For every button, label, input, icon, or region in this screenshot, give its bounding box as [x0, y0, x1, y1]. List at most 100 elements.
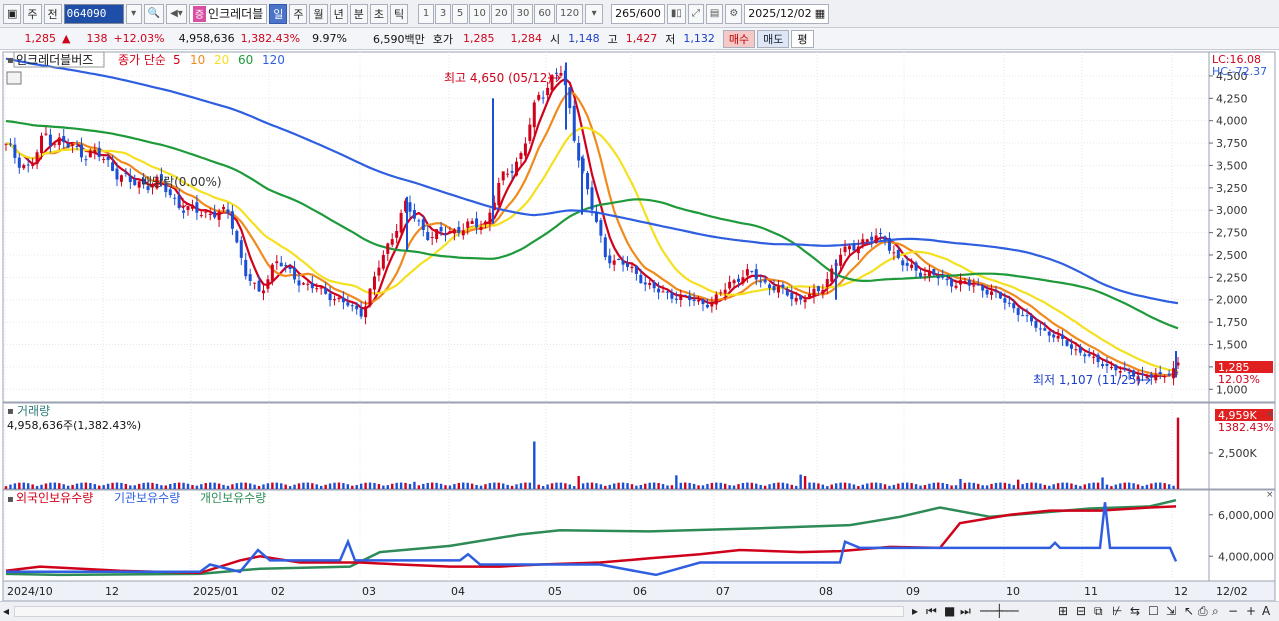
interval-button[interactable]: 20 [490, 3, 512, 24]
volume-bar [990, 483, 993, 489]
candle-body [594, 211, 598, 222]
period-button[interactable]: 월 [309, 3, 328, 24]
volume-bar [1039, 483, 1042, 489]
chart-area[interactable]: 4,500 4,250 4,000 3,750 3,500 3,250 3,000 2,750… [0, 50, 1279, 602]
pan-icon[interactable]: ☐ [1148, 604, 1159, 618]
save-icon[interactable]: ▤ [705, 3, 724, 24]
volume-bar [1021, 484, 1024, 489]
volume-bar [377, 484, 381, 489]
volume-bar [573, 486, 576, 489]
volume-bar [315, 484, 318, 489]
volume-bar [231, 484, 234, 489]
candle-body [421, 219, 425, 230]
zoom-slider-icon[interactable]: ───┼─── [980, 604, 1019, 618]
sell-button[interactable]: 매도 [757, 29, 790, 48]
code-dropdown-icon[interactable]: ▾ [125, 3, 142, 24]
volume-bar [985, 485, 989, 489]
zoom-in-icon[interactable]: + [1246, 604, 1256, 618]
candle-body [350, 305, 354, 307]
volume-bar [120, 482, 123, 489]
interval-button[interactable]: 3 [435, 3, 452, 24]
x-axis-label: 11 [1084, 585, 1098, 598]
period-button[interactable]: 주 [289, 3, 308, 24]
split-icon[interactable]: ⊟ [1076, 604, 1086, 618]
candle-body [1154, 374, 1158, 381]
rewind-icon[interactable]: ⏮ [926, 604, 937, 619]
chart-svg[interactable]: 4,5004,2504,0003,7503,5003,2503,0002,750… [0, 50, 1279, 602]
period-button[interactable]: 틱 [389, 3, 409, 24]
period-button[interactable]: 초 [369, 3, 388, 24]
interval-button[interactable]: 30 [512, 3, 534, 24]
volume-bar [763, 485, 767, 489]
measure-icon[interactable]: ⊬ [1112, 604, 1122, 618]
period-button[interactable]: 일 [269, 3, 288, 24]
candle-body [572, 105, 576, 141]
interval-dropdown-icon[interactable]: ▾ [585, 3, 604, 24]
period-button[interactable]: 분 [349, 3, 368, 24]
stop-icon[interactable]: ■ [944, 604, 955, 618]
date-field[interactable]: 2025/12/02 ▦ [744, 3, 830, 24]
window-icon[interactable]: ▣ [3, 3, 22, 24]
volume-bar [22, 482, 25, 489]
period-button[interactable]: 년 [329, 3, 348, 24]
eval-button[interactable]: 평 [791, 29, 814, 48]
volume-bar [652, 482, 656, 489]
count-box[interactable]: 265 /600 [611, 3, 665, 24]
font-size-icon[interactable]: A [1262, 604, 1270, 618]
candle-body [639, 274, 643, 284]
candle-body [776, 286, 780, 293]
print-icon[interactable]: ⎙ [1198, 604, 1208, 619]
calendar-icon[interactable]: ▦ [815, 7, 825, 20]
volume-bar [861, 484, 865, 489]
volume-bar [257, 485, 261, 489]
layout-icon[interactable]: ⊞ [1058, 604, 1068, 618]
candle-body [213, 211, 217, 218]
candle-type-icon[interactable]: ▮▯ [666, 3, 686, 24]
volume-bar [453, 484, 456, 489]
stock-name-box[interactable]: 증 인크레더블 [188, 3, 268, 24]
candle-body [972, 285, 976, 287]
volume-bar [905, 482, 909, 489]
candle-body [883, 236, 887, 241]
candle-body [1158, 372, 1162, 375]
volume-bar [821, 484, 825, 489]
forward-icon[interactable]: ⏭ [960, 604, 971, 619]
interval-button[interactable]: 5 [452, 3, 469, 24]
volume-bar [515, 484, 518, 489]
gear-icon[interactable]: ⚙ [725, 3, 743, 24]
interval-button[interactable]: 120 [556, 3, 584, 24]
interval-button[interactable]: 1 [418, 3, 435, 24]
search-icon[interactable]: 🔍 [143, 3, 165, 24]
crosshair-icon[interactable]: ⤢ [687, 3, 704, 24]
candle-body [617, 259, 621, 261]
volume-bar [1030, 482, 1033, 489]
volume-bar [435, 482, 438, 489]
buy-button[interactable]: 매수 [722, 29, 756, 48]
volume-bar [897, 483, 900, 489]
compare-icon[interactable]: ⇆ [1130, 604, 1140, 618]
candle-body [954, 285, 958, 288]
pointer-icon[interactable]: ⇲ [1166, 604, 1176, 618]
x-axis-label: 04 [451, 585, 465, 598]
scroll-track[interactable] [14, 606, 904, 617]
candle-body [93, 149, 97, 153]
scroll-right-icon[interactable]: ▸ [912, 604, 918, 618]
candle-body [950, 278, 954, 287]
candle-body [17, 157, 21, 168]
volume-bar [1065, 482, 1069, 489]
market-select[interactable]: 주 [23, 3, 42, 24]
zoom-out-icon[interactable]: − [1228, 604, 1238, 618]
candle-body [1012, 303, 1016, 309]
interval-button[interactable]: 10 [469, 3, 490, 24]
zoom-icon[interactable]: ⌕ [1212, 604, 1219, 619]
sound-icon[interactable]: ◀▾ [166, 3, 187, 24]
cursor-icon[interactable]: ↖ [1184, 604, 1194, 618]
candle-body [199, 215, 203, 217]
stock-code-input[interactable]: 064090 [63, 3, 124, 24]
scroll-left-icon[interactable]: ◂ [3, 604, 9, 618]
interval-button[interactable]: 60 [534, 3, 556, 24]
volume-bar [222, 484, 225, 489]
volume-bar [58, 483, 61, 489]
copy-icon[interactable]: ⧉ [1094, 604, 1103, 619]
prev-button[interactable]: 전 [43, 3, 62, 24]
